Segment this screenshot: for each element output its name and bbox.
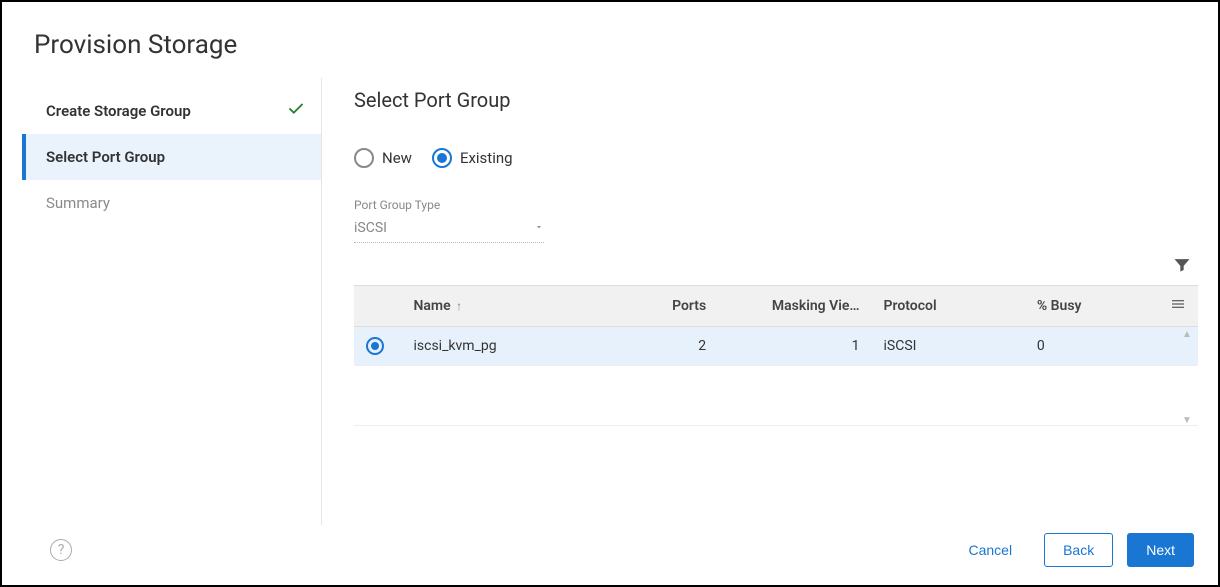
cell-busy: 0 (1025, 327, 1158, 366)
col-label: Name (414, 298, 451, 314)
col-ports[interactable]: Ports (612, 286, 718, 327)
col-label: Ports (672, 298, 706, 314)
table-row[interactable]: iscsi_kvm_pg 2 1 iSCSI 0 (354, 327, 1198, 366)
col-select (354, 286, 402, 327)
col-busy[interactable]: % Busy (1025, 286, 1158, 327)
sort-asc-icon: ↑ (456, 299, 462, 313)
dialog-body: Create Storage Group Select Port Group S… (2, 78, 1218, 585)
table-header-row: Name ↑ Ports Masking Vie… Protocol % Bus… (354, 286, 1198, 327)
cell-ports: 2 (612, 327, 718, 366)
dialog-footer: ? Cancel Back Next (2, 515, 1218, 585)
main-panel: Select Port Group New Existing Port Grou… (322, 78, 1218, 585)
col-name[interactable]: Name ↑ (402, 286, 613, 327)
section-heading: Select Port Group (354, 88, 1198, 112)
next-button[interactable]: Next (1127, 533, 1194, 567)
table-row-empty (354, 366, 1198, 426)
step-label: Create Storage Group (46, 102, 191, 120)
port-group-type-select[interactable]: iSCSI (354, 216, 544, 243)
mode-radio-group: New Existing (354, 148, 1198, 168)
cell-protocol: iSCSI (872, 327, 1025, 366)
back-button[interactable]: Back (1044, 533, 1113, 567)
col-label: Masking Vie… (772, 298, 860, 314)
cell-name: iscsi_kvm_pg (402, 327, 613, 366)
step-select-port-group[interactable]: Select Port Group (22, 134, 321, 180)
col-protocol[interactable]: Protocol (872, 286, 1025, 327)
caret-down-icon (534, 220, 544, 236)
radio-label: Existing (460, 149, 513, 167)
row-radio-icon (366, 337, 384, 355)
help-icon[interactable]: ? (50, 539, 72, 561)
cell-menu (1158, 327, 1198, 366)
select-value: iSCSI (354, 220, 387, 236)
radio-existing[interactable]: Existing (432, 148, 513, 168)
dialog-title: Provision Storage (2, 2, 1218, 78)
check-icon (287, 100, 305, 122)
wizard-steps: Create Storage Group Select Port Group S… (22, 78, 322, 525)
radio-icon (354, 148, 374, 168)
radio-label: New (382, 149, 412, 167)
port-group-table: Name ↑ Ports Masking Vie… Protocol % Bus… (354, 285, 1198, 426)
col-masking-views[interactable]: Masking Vie… (718, 286, 871, 327)
step-label: Summary (46, 194, 110, 212)
port-group-table-wrap: Name ↑ Ports Masking Vie… Protocol % Bus… (354, 285, 1198, 426)
dialog-provision-storage: Provision Storage Create Storage Group S… (0, 0, 1220, 587)
radio-new[interactable]: New (354, 148, 412, 168)
step-summary[interactable]: Summary (22, 180, 321, 226)
field-label: Port Group Type (354, 198, 544, 212)
port-group-type-field: Port Group Type iSCSI (354, 198, 544, 243)
filter-icon[interactable] (1172, 255, 1192, 279)
col-menu[interactable] (1158, 286, 1198, 327)
hamburger-icon[interactable] (1170, 300, 1186, 316)
step-label: Select Port Group (46, 148, 165, 166)
cancel-button[interactable]: Cancel (950, 533, 1030, 567)
step-create-storage-group[interactable]: Create Storage Group (22, 88, 321, 134)
row-select-cell[interactable] (354, 327, 402, 366)
cell-masking: 1 (718, 327, 871, 366)
col-label: % Busy (1037, 298, 1082, 314)
col-label: Protocol (884, 298, 937, 314)
radio-icon (432, 148, 452, 168)
